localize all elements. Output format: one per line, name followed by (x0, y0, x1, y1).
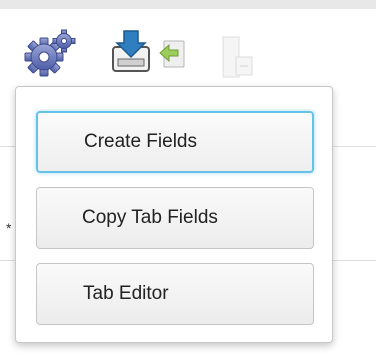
save-icon[interactable] (110, 27, 152, 75)
copy-tab-fields-button[interactable]: Copy Tab Fields (36, 187, 314, 249)
import-icon[interactable] (158, 37, 188, 69)
divider (333, 260, 376, 261)
toolbar (0, 9, 376, 79)
tab-editor-button[interactable]: Tab Editor (36, 263, 314, 325)
top-band (0, 0, 376, 9)
divider (0, 260, 15, 261)
divider (0, 146, 15, 147)
divider (333, 146, 376, 147)
export-icon[interactable] (220, 35, 256, 79)
tools-dropdown-menu: Create Fields Copy Tab Fields Tab Editor (15, 86, 333, 343)
create-fields-button[interactable]: Create Fields (36, 111, 314, 173)
gear-icon[interactable] (24, 29, 76, 79)
page: * Create Fields Copy Tab Fields Tab Edit… (0, 0, 376, 361)
required-marker: * (6, 220, 12, 236)
